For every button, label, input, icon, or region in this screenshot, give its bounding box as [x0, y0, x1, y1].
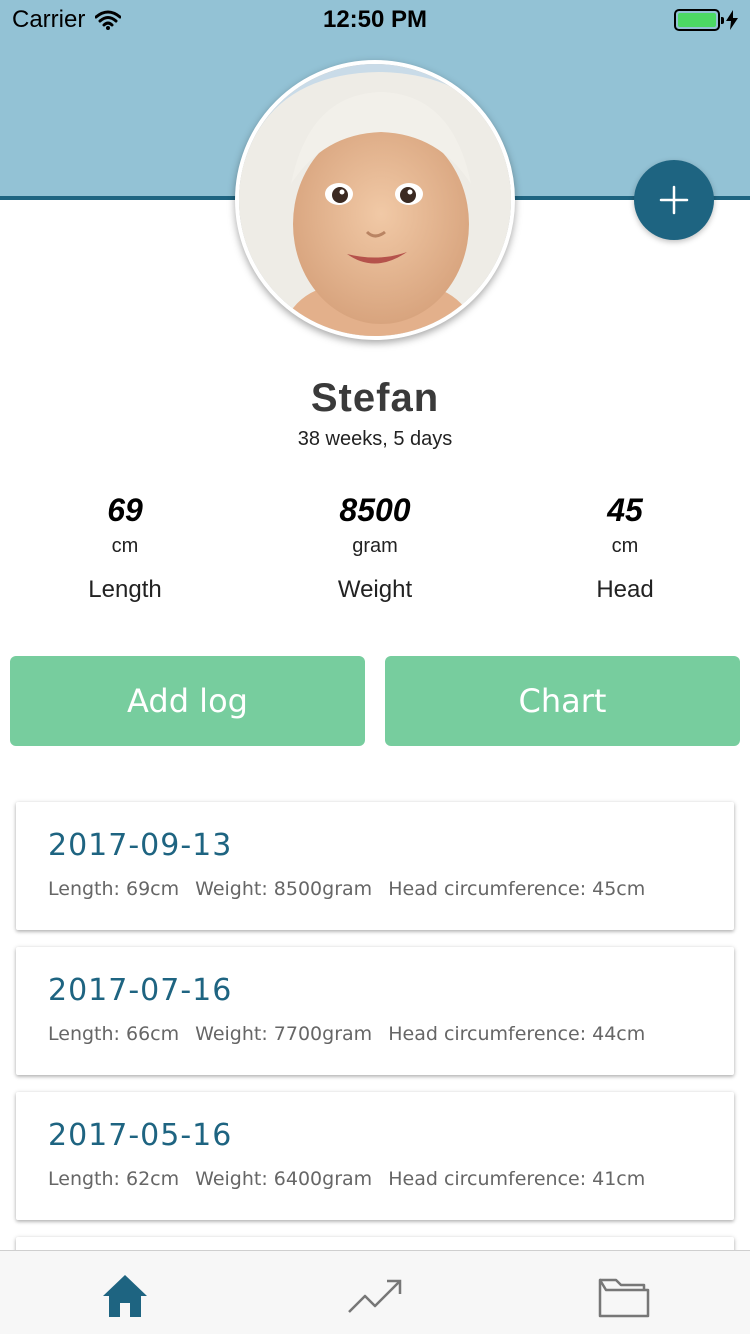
battery-icon [674, 9, 724, 31]
stat-length: 69 cm Length [0, 490, 250, 604]
add-button[interactable] [634, 160, 714, 240]
log-weight: Weight: 6400gram [195, 1168, 373, 1190]
stat-unit: cm [111, 535, 139, 557]
log-details: Length: 66cm Weight: 7700gram Head circu… [48, 1023, 655, 1045]
plus-icon [659, 185, 689, 215]
stat-head: 45 cm Head [500, 490, 750, 604]
log-weight: Weight: 8500gram [195, 878, 373, 900]
log-card[interactable]: 2017-07-16 Length: 66cm Weight: 7700gram… [16, 947, 734, 1075]
stat-value: 45 [607, 492, 643, 528]
tab-folder[interactable] [594, 1271, 654, 1321]
stat-label: Weight [337, 576, 413, 603]
chart-button[interactable]: Chart [385, 656, 740, 746]
stat-unit: gram [352, 535, 398, 557]
log-head: Head circumference: 41cm [388, 1168, 646, 1190]
log-weight: Weight: 7700gram [195, 1023, 373, 1045]
log-length: Length: 66cm [48, 1023, 180, 1045]
log-card[interactable]: 2017-05-16 Length: 62cm Weight: 6400gram… [16, 1092, 734, 1220]
tab-home[interactable] [95, 1271, 155, 1321]
baby-age: 38 weeks, 5 days [297, 428, 453, 450]
tab-chart[interactable] [345, 1271, 405, 1321]
home-icon [103, 1275, 147, 1317]
log-details: Length: 69cm Weight: 8500gram Head circu… [48, 878, 655, 900]
log-details: Length: 62cm Weight: 6400gram Head circu… [48, 1168, 655, 1190]
charging-bolt-icon [726, 10, 738, 30]
folder-icon [598, 1278, 650, 1318]
status-bar: Carrier 12:50 PM [0, 0, 750, 40]
stat-unit: cm [611, 535, 639, 557]
log-date: 2017-07-16 [48, 973, 233, 1008]
log-length: Length: 62cm [48, 1168, 180, 1190]
stat-value: 69 [107, 492, 143, 528]
baby-name: Stefan [310, 376, 440, 420]
log-date: 2017-05-16 [48, 1118, 233, 1153]
stat-label: Length [88, 576, 162, 603]
add-log-button[interactable]: Add log [10, 656, 365, 746]
log-head: Head circumference: 44cm [388, 1023, 646, 1045]
tab-bar [0, 1250, 750, 1334]
status-time: 12:50 PM [322, 6, 428, 33]
stat-label: Head [596, 576, 654, 603]
log-card[interactable]: 2017-09-13 Length: 69cm Weight: 8500gram… [16, 802, 734, 930]
baby-avatar[interactable] [235, 60, 515, 340]
log-date: 2017-09-13 [48, 828, 233, 863]
trending-chart-icon [348, 1279, 402, 1313]
log-length: Length: 69cm [48, 878, 180, 900]
stat-value: 8500 [339, 492, 411, 528]
stat-weight: 8500 gram Weight [250, 490, 500, 604]
battery-indicator [674, 9, 738, 31]
log-head: Head circumference: 45cm [388, 878, 646, 900]
